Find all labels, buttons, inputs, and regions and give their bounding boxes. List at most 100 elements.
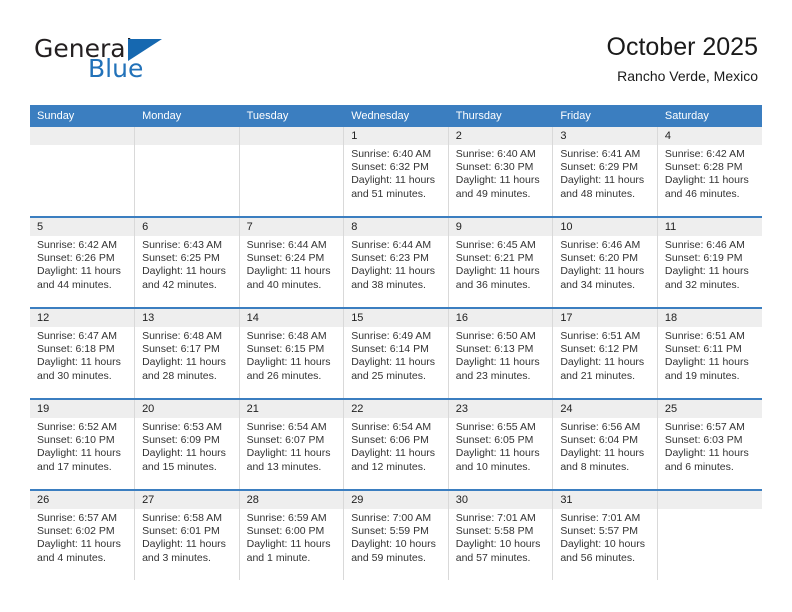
sunset-text: Sunset: 6:28 PM	[664, 161, 743, 174]
day-cell[interactable]: 24 Sunrise: 6:56 AM Sunset: 6:04 PM Dayl…	[552, 398, 658, 490]
day-cell[interactable]: 7 Sunrise: 6:44 AM Sunset: 6:24 PM Dayli…	[239, 216, 345, 308]
sunset-text: Sunset: 6:05 PM	[455, 434, 534, 447]
day-cell[interactable]: 20 Sunrise: 6:53 AM Sunset: 6:09 PM Dayl…	[134, 398, 240, 490]
daylight-text: Daylight: 11 hours and 26 minutes.	[246, 356, 331, 382]
day-cell[interactable]: 16 Sunrise: 6:50 AM Sunset: 6:13 PM Dayl…	[448, 307, 554, 399]
sunset-text: Sunset: 6:12 PM	[560, 343, 638, 356]
day-number: 17	[553, 309, 657, 327]
day-number: 26	[30, 491, 135, 509]
day-cell[interactable]: 19 Sunrise: 6:52 AM Sunset: 6:10 PM Dayl…	[30, 398, 136, 490]
day-number: 20	[135, 400, 239, 418]
sunrise-text: Sunrise: 6:58 AM	[142, 512, 223, 524]
daylight-text: Daylight: 11 hours and 49 minutes.	[455, 174, 540, 200]
day-details: Sunrise: 7:00 AM Sunset: 5:59 PM Dayligh…	[344, 509, 448, 565]
day-cell[interactable]: 28 Sunrise: 6:59 AM Sunset: 6:00 PM Dayl…	[239, 489, 345, 580]
day-cell[interactable]: 3 Sunrise: 6:41 AM Sunset: 6:29 PM Dayli…	[552, 127, 658, 217]
day-cell[interactable]: 4 Sunrise: 6:42 AM Sunset: 6:28 PM Dayli…	[657, 127, 762, 217]
daylight-text: Daylight: 11 hours and 25 minutes.	[351, 356, 436, 382]
week-row: 12 Sunrise: 6:47 AM Sunset: 6:18 PM Dayl…	[30, 307, 762, 399]
day-details: Sunrise: 6:48 AM Sunset: 6:17 PM Dayligh…	[135, 327, 239, 383]
calendar-body: 1 Sunrise: 6:40 AM Sunset: 6:32 PM Dayli…	[30, 127, 762, 580]
day-number: 9	[448, 218, 553, 236]
day-cell[interactable]: 22 Sunrise: 6:54 AM Sunset: 6:06 PM Dayl…	[343, 398, 449, 490]
day-details: Sunrise: 6:51 AM Sunset: 6:11 PM Dayligh…	[658, 327, 762, 383]
day-cell[interactable]: 8 Sunrise: 6:44 AM Sunset: 6:23 PM Dayli…	[343, 216, 449, 308]
day-cell[interactable]: 10 Sunrise: 6:46 AM Sunset: 6:20 PM Dayl…	[552, 216, 658, 308]
day-number	[239, 127, 344, 145]
sunrise-text: Sunrise: 6:48 AM	[246, 330, 327, 342]
day-details: Sunrise: 6:44 AM Sunset: 6:23 PM Dayligh…	[344, 236, 448, 292]
sunrise-text: Sunrise: 6:57 AM	[664, 421, 745, 433]
sunset-text: Sunset: 6:29 PM	[560, 161, 638, 174]
day-cell[interactable]: 18 Sunrise: 6:51 AM Sunset: 6:11 PM Dayl…	[657, 307, 762, 399]
weekday-header-row: Sunday Monday Tuesday Wednesday Thursday…	[30, 105, 762, 127]
day-cell[interactable]: 14 Sunrise: 6:48 AM Sunset: 6:15 PM Dayl…	[239, 307, 345, 399]
day-cell[interactable]: 17 Sunrise: 6:51 AM Sunset: 6:12 PM Dayl…	[552, 307, 658, 399]
sunset-text: Sunset: 6:13 PM	[455, 343, 534, 356]
day-cell[interactable]: 2 Sunrise: 6:40 AM Sunset: 6:30 PM Dayli…	[448, 127, 554, 217]
day-cell[interactable]: 9 Sunrise: 6:45 AM Sunset: 6:21 PM Dayli…	[448, 216, 554, 308]
sunrise-text: Sunrise: 6:45 AM	[455, 239, 536, 251]
page-title: October 2025	[606, 33, 759, 61]
day-cell[interactable]: 21 Sunrise: 6:54 AM Sunset: 6:07 PM Dayl…	[239, 398, 345, 490]
day-details: Sunrise: 6:51 AM Sunset: 6:12 PM Dayligh…	[553, 327, 657, 383]
day-cell[interactable]: 27 Sunrise: 6:58 AM Sunset: 6:01 PM Dayl…	[134, 489, 240, 580]
sunrise-text: Sunrise: 6:56 AM	[560, 421, 641, 433]
day-cell[interactable]: 6 Sunrise: 6:43 AM Sunset: 6:25 PM Dayli…	[134, 216, 240, 308]
day-number: 13	[135, 309, 239, 327]
day-cell[interactable]: 5 Sunrise: 6:42 AM Sunset: 6:26 PM Dayli…	[30, 216, 136, 308]
day-cell[interactable]: 1 Sunrise: 6:40 AM Sunset: 6:32 PM Dayli…	[343, 127, 449, 217]
sunset-text: Sunset: 6:30 PM	[455, 161, 534, 174]
day-cell[interactable]: 25 Sunrise: 6:57 AM Sunset: 6:03 PM Dayl…	[657, 398, 762, 490]
day-number: 6	[135, 218, 239, 236]
day-cell[interactable]: 12 Sunrise: 6:47 AM Sunset: 6:18 PM Dayl…	[30, 307, 136, 399]
day-cell[interactable]: 11 Sunrise: 6:46 AM Sunset: 6:19 PM Dayl…	[657, 216, 762, 308]
day-number: 30	[448, 491, 553, 509]
day-cell[interactable]: 23 Sunrise: 6:55 AM Sunset: 6:05 PM Dayl…	[448, 398, 554, 490]
sunrise-text: Sunrise: 6:51 AM	[560, 330, 641, 342]
sunrise-text: Sunrise: 6:42 AM	[37, 239, 117, 251]
daylight-text: Daylight: 11 hours and 19 minutes.	[664, 356, 749, 382]
day-cell[interactable]: 26 Sunrise: 6:57 AM Sunset: 6:02 PM Dayl…	[30, 489, 136, 580]
sunrise-text: Sunrise: 6:46 AM	[664, 239, 745, 251]
weekday-header-monday: Monday	[134, 105, 240, 127]
week-row: 1 Sunrise: 6:40 AM Sunset: 6:32 PM Dayli…	[30, 127, 762, 217]
day-details: Sunrise: 6:55 AM Sunset: 6:05 PM Dayligh…	[449, 418, 553, 474]
sunrise-text: Sunrise: 6:52 AM	[37, 421, 117, 433]
sunrise-text: Sunrise: 6:44 AM	[351, 239, 432, 251]
sunset-text: Sunset: 6:02 PM	[37, 525, 115, 538]
day-details: Sunrise: 6:54 AM Sunset: 6:07 PM Dayligh…	[240, 418, 344, 474]
day-cell[interactable]: 13 Sunrise: 6:48 AM Sunset: 6:17 PM Dayl…	[134, 307, 240, 399]
day-details: Sunrise: 6:40 AM Sunset: 6:32 PM Dayligh…	[344, 145, 448, 201]
daylight-text: Daylight: 10 hours and 56 minutes.	[560, 538, 645, 564]
day-details: Sunrise: 6:42 AM Sunset: 6:28 PM Dayligh…	[658, 145, 762, 201]
daylight-text: Daylight: 11 hours and 13 minutes.	[246, 447, 331, 473]
day-number: 23	[448, 400, 553, 418]
day-details: Sunrise: 6:48 AM Sunset: 6:15 PM Dayligh…	[240, 327, 344, 383]
day-cell[interactable]: 31 Sunrise: 7:01 AM Sunset: 5:57 PM Dayl…	[552, 489, 658, 580]
sunrise-text: Sunrise: 6:48 AM	[142, 330, 223, 342]
sunset-text: Sunset: 5:57 PM	[560, 525, 638, 538]
daylight-text: Daylight: 11 hours and 6 minutes.	[664, 447, 749, 473]
sunrise-text: Sunrise: 6:46 AM	[560, 239, 641, 251]
daylight-text: Daylight: 11 hours and 32 minutes.	[664, 265, 749, 291]
day-number: 10	[553, 218, 657, 236]
day-cell[interactable]: 29 Sunrise: 7:00 AM Sunset: 5:59 PM Dayl…	[343, 489, 449, 580]
sunrise-text: Sunrise: 6:43 AM	[142, 239, 223, 251]
day-cell[interactable]: 30 Sunrise: 7:01 AM Sunset: 5:58 PM Dayl…	[448, 489, 554, 580]
sunset-text: Sunset: 6:20 PM	[560, 252, 638, 265]
weekday-header-saturday: Saturday	[657, 105, 762, 127]
daylight-text: Daylight: 11 hours and 12 minutes.	[351, 447, 436, 473]
day-cell[interactable]: 15 Sunrise: 6:49 AM Sunset: 6:14 PM Dayl…	[343, 307, 449, 399]
sunset-text: Sunset: 6:14 PM	[351, 343, 429, 356]
day-cell	[657, 489, 762, 580]
sunset-text: Sunset: 6:03 PM	[664, 434, 743, 447]
daylight-text: Daylight: 11 hours and 48 minutes.	[560, 174, 645, 200]
day-number: 14	[239, 309, 344, 327]
day-number: 22	[344, 400, 448, 418]
sunset-text: Sunset: 6:21 PM	[455, 252, 534, 265]
general-blue-logo[interactable]: General Blue	[34, 36, 224, 84]
sunrise-text: Sunrise: 7:00 AM	[351, 512, 432, 524]
day-details: Sunrise: 6:47 AM Sunset: 6:18 PM Dayligh…	[30, 327, 134, 383]
daylight-text: Daylight: 11 hours and 10 minutes.	[455, 447, 540, 473]
